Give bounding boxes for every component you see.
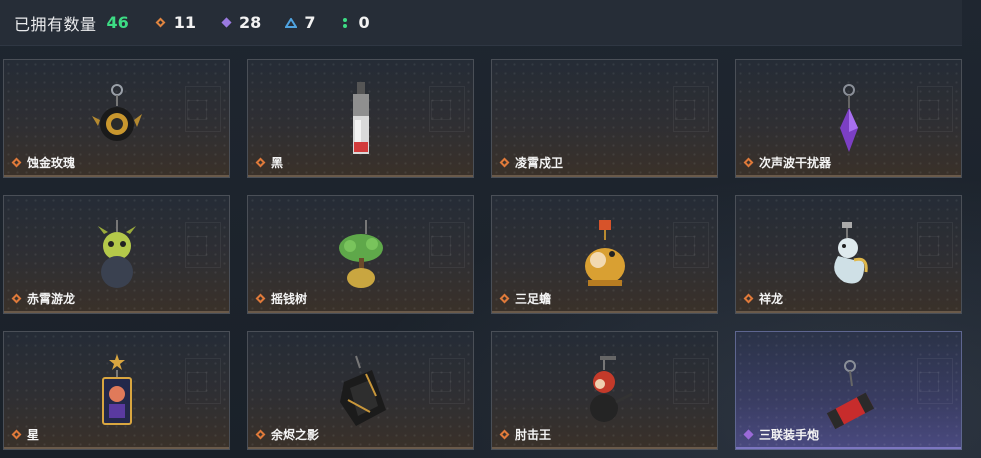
green-dragon-charm-icon (97, 220, 136, 288)
green-rarity-count: 0 (358, 13, 370, 32)
charm-name: 祥龙 (759, 292, 784, 306)
charm-card[interactable]: 星 (3, 331, 230, 450)
orange-diamond-icon (255, 293, 265, 304)
green-dots-icon (339, 17, 351, 29)
orange-diamond-icon (11, 157, 21, 168)
blue-rarity-stat: 7 (285, 13, 315, 32)
charm-name: 次声波干扰器 (759, 156, 832, 170)
charm-card[interactable]: 黑 (247, 59, 474, 178)
orange-diamond-icon (499, 157, 509, 168)
orange-diamond-icon (743, 157, 753, 168)
orange-rarity-count: 11 (173, 13, 197, 32)
orange-diamond-icon (255, 157, 265, 168)
charm-name: 余烬之影 (271, 428, 320, 442)
orange-diamond-icon (743, 293, 753, 304)
charm-card[interactable]: 肘击王 (491, 331, 718, 450)
orange-diamond-icon (499, 429, 509, 440)
elbow-king-charm-icon (589, 356, 633, 422)
inventory-header: 已拥有数量 46 11 28 7 0 (0, 0, 962, 46)
charm-name: 星 (27, 428, 40, 442)
charm-card[interactable]: 凌霄戍卫 (491, 59, 718, 178)
blue-rarity-count: 7 (304, 13, 316, 32)
purple-rarity-stat: 28 (220, 13, 261, 32)
charm-name: 三联装手炮 (759, 428, 820, 442)
purple-rarity-count: 28 (239, 13, 262, 32)
charm-name: 三足蟾 (515, 292, 552, 306)
owned-count-label: 已拥有数量 (14, 14, 97, 34)
green-rarity-stat: 0 (339, 13, 370, 32)
charm-name: 肘击王 (515, 428, 552, 442)
orange-diamond-icon (255, 429, 265, 440)
charm-card[interactable]: 余烬之影 (247, 331, 474, 450)
star-card-charm-icon (101, 354, 132, 425)
charm-name: 摇钱树 (271, 292, 308, 306)
charm-name: 赤霄游龙 (27, 292, 76, 306)
rose-charm-icon (91, 84, 142, 141)
purple-diamond-icon (220, 17, 232, 29)
charm-card[interactable]: 摇钱树 (247, 195, 474, 314)
purple-diamond-icon (743, 429, 753, 440)
charm-card[interactable]: 祥龙 (735, 195, 962, 314)
owned-count-value: 46 (106, 13, 129, 32)
ember-shadow-charm-icon (339, 355, 386, 426)
blue-triangle-icon (285, 17, 298, 29)
charm-name: 凌霄戍卫 (515, 156, 564, 170)
charm-card[interactable]: 三足蟾 (491, 195, 718, 314)
hand-cannon-charm-icon (826, 360, 874, 430)
charm-name: 蚀金玫瑰 (27, 156, 76, 170)
charm-name: 黑 (271, 156, 284, 170)
charm-card[interactable]: 赤霄游龙 (3, 195, 230, 314)
money-tree-charm-icon (338, 220, 383, 288)
orange-diamond-icon (11, 293, 21, 304)
purple-crystal-charm-icon (839, 84, 858, 152)
golden-toad-charm-icon (584, 220, 625, 286)
orange-diamond-icon (499, 293, 509, 304)
orange-diamond-icon (11, 429, 21, 440)
orange-diamond-icon (155, 17, 167, 29)
black-device-charm-icon (352, 82, 369, 154)
orange-rarity-stat: 11 (155, 13, 196, 32)
white-dragon-charm-icon (833, 222, 868, 284)
charm-card[interactable]: 蚀金玫瑰 (3, 59, 230, 178)
charm-card[interactable]: 次声波干扰器 (735, 59, 962, 178)
charm-card[interactable]: 三联装手炮 (735, 331, 962, 450)
